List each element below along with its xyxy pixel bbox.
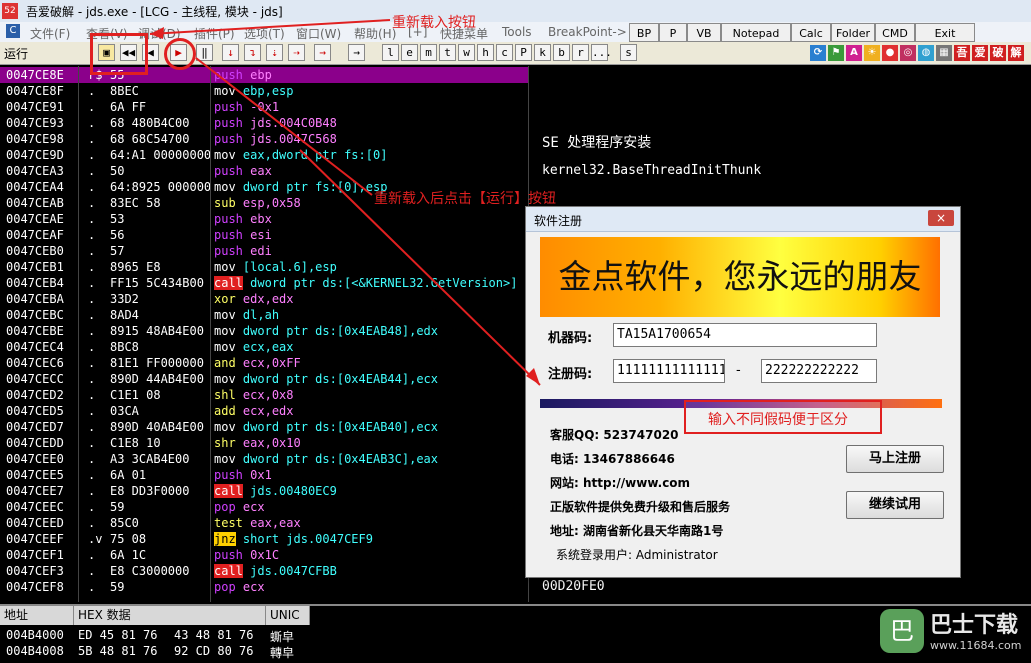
annotation-arrows bbox=[149, 19, 541, 386]
watermark-logo-icon: 巴 bbox=[880, 609, 924, 653]
fake-code-annotation: 输入不同假码便于区分 bbox=[708, 412, 848, 428]
watermark-name: 巴士下载 bbox=[930, 613, 1019, 638]
reload-annotation: 重新载入按钮 bbox=[392, 15, 476, 31]
run-annotation: 重新载入后点击【运行】按钮 bbox=[374, 191, 556, 207]
fake-code-annotation-box: 输入不同假码便于区分 bbox=[684, 400, 882, 434]
watermark-url: www.11684.com bbox=[930, 639, 1022, 652]
watermark: 巴 巴士下载 www.11684.com bbox=[880, 605, 1030, 659]
